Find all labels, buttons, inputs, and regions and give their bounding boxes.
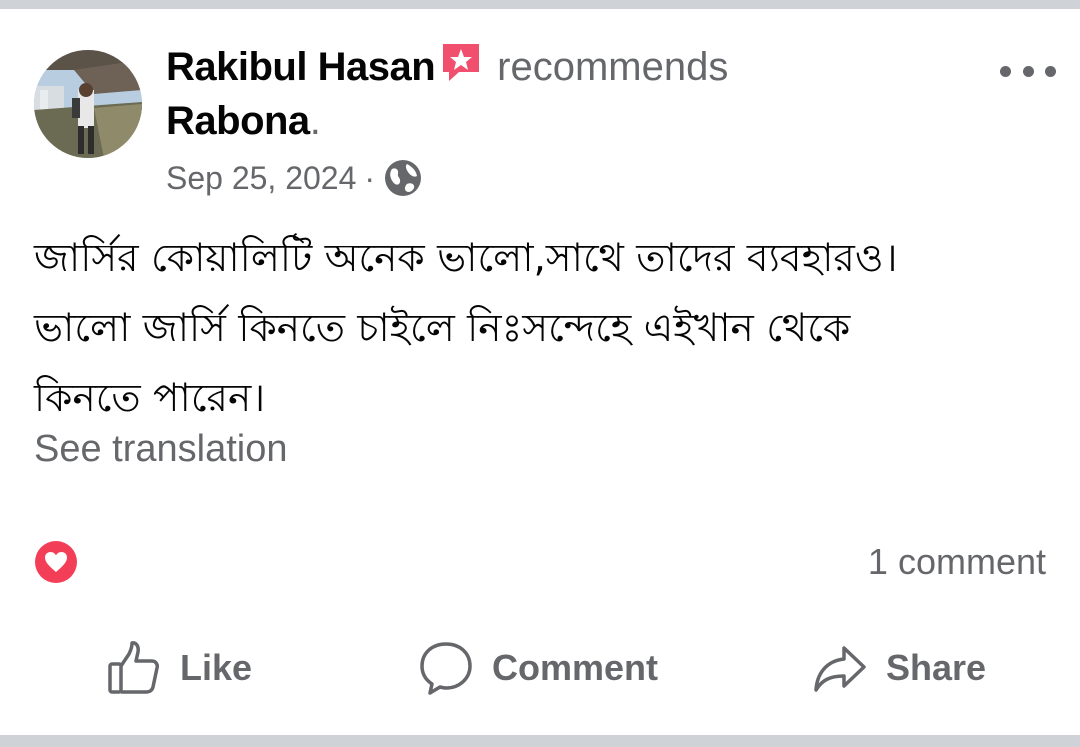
like-button[interactable]: Like — [106, 630, 252, 706]
page-name[interactable]: Rabona — [166, 99, 310, 143]
dot-icon — [1000, 65, 1011, 77]
heart-reaction-icon[interactable] — [35, 541, 77, 583]
thumbs-up-icon — [108, 641, 159, 694]
author-name[interactable]: Rakibul Hasan — [166, 45, 436, 89]
see-translation-link[interactable]: See translation — [34, 428, 288, 471]
share-button[interactable]: Share — [812, 630, 986, 706]
share-arrow-icon — [814, 646, 866, 692]
post-header: Rakibul Hasan recommends Rabona. — [166, 40, 866, 148]
body-line: জার্সির কোয়ালিটি অনেক ভালো,সাথে তাদের ব… — [34, 236, 898, 281]
recommend-badge-icon — [439, 40, 483, 84]
body-line: কিনতে পারেন। — [34, 376, 266, 421]
post-meta: Sep 25, 2024 · — [166, 158, 423, 198]
globe-icon — [383, 158, 423, 198]
body-line: ভালো জার্সি কিনতে চাইলে নিঃসন্দেহে এইখান… — [34, 306, 851, 351]
action-text: recommends — [497, 45, 729, 89]
post-body: জার্সির কোয়ালিটি অনেক ভালো,সাথে তাদের ব… — [34, 224, 1054, 434]
share-label: Share — [886, 647, 987, 688]
like-label: Like — [180, 647, 253, 688]
period: . — [309, 99, 321, 143]
dot-icon — [1045, 65, 1056, 77]
bottom-divider — [0, 735, 1080, 747]
comment-button[interactable]: Comment — [418, 630, 658, 706]
action-bar: Like Comment Share — [0, 630, 1080, 706]
comment-count[interactable]: 1 comment — [868, 541, 1046, 583]
speech-bubble-icon — [420, 642, 472, 695]
avatar[interactable] — [34, 50, 142, 158]
comment-label: Comment — [492, 647, 659, 688]
dot-icon — [1022, 65, 1034, 77]
more-options-button[interactable] — [1000, 56, 1056, 86]
separator: · — [364, 159, 376, 196]
top-divider — [0, 0, 1080, 9]
post-date[interactable]: Sep 25, 2024 — [166, 160, 356, 197]
